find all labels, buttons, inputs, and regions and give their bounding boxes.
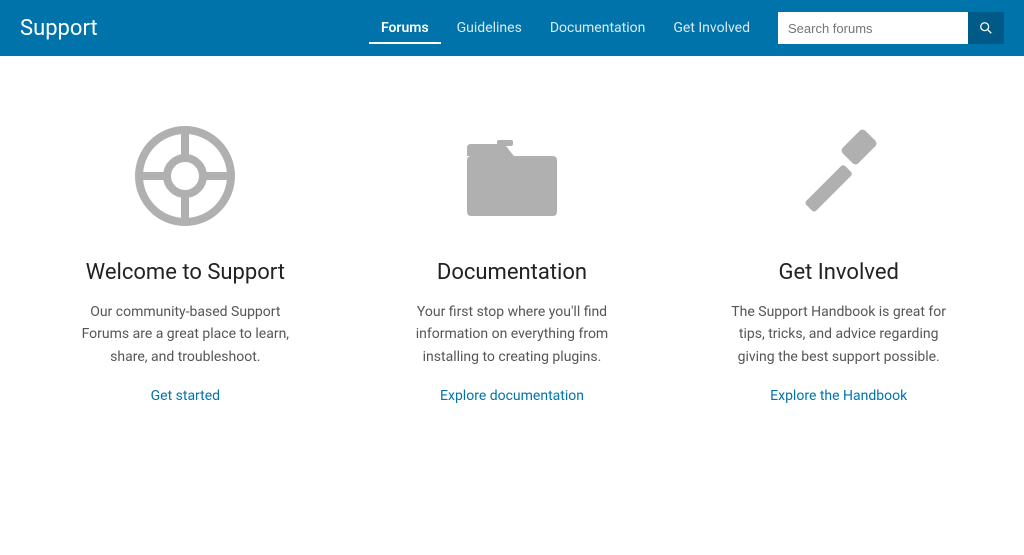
search-icon [979, 21, 993, 35]
card-welcome-description: Our community-based Support Forums are a… [65, 301, 305, 368]
main-content: Welcome to Support Our community-based S… [0, 56, 1024, 444]
wheel-icon [125, 116, 245, 236]
nav-documentation[interactable]: Documentation [538, 12, 658, 44]
card-get-involved-description: The Support Handbook is great for tips, … [719, 301, 959, 368]
search-button[interactable] [968, 12, 1004, 44]
search-form [778, 12, 1004, 44]
site-title: Support [20, 16, 98, 41]
card-welcome-title: Welcome to Support [86, 260, 285, 285]
search-input[interactable] [778, 12, 968, 44]
hammer-icon [779, 116, 899, 236]
main-nav: Forums Guidelines Documentation Get Invo… [369, 12, 762, 44]
card-get-involved-link[interactable]: Explore the Handbook [770, 388, 907, 404]
card-documentation-description: Your first stop where you'll find inform… [392, 301, 632, 368]
nav-forums[interactable]: Forums [369, 12, 441, 44]
card-documentation-title: Documentation [437, 260, 587, 285]
nav-guidelines[interactable]: Guidelines [445, 12, 534, 44]
nav-get-involved[interactable]: Get Involved [661, 12, 762, 44]
folder-icon [452, 116, 572, 236]
card-welcome-link[interactable]: Get started [151, 388, 220, 404]
card-documentation-link[interactable]: Explore documentation [440, 388, 584, 404]
cards-container: Welcome to Support Our community-based S… [22, 116, 1002, 404]
card-get-involved: Get Involved The Support Handbook is gre… [675, 116, 1002, 404]
card-get-involved-title: Get Involved [778, 260, 898, 285]
card-documentation: Documentation Your first stop where you'… [349, 116, 676, 404]
card-welcome: Welcome to Support Our community-based S… [22, 116, 349, 404]
site-header: Support Forums Guidelines Documentation … [0, 0, 1024, 56]
